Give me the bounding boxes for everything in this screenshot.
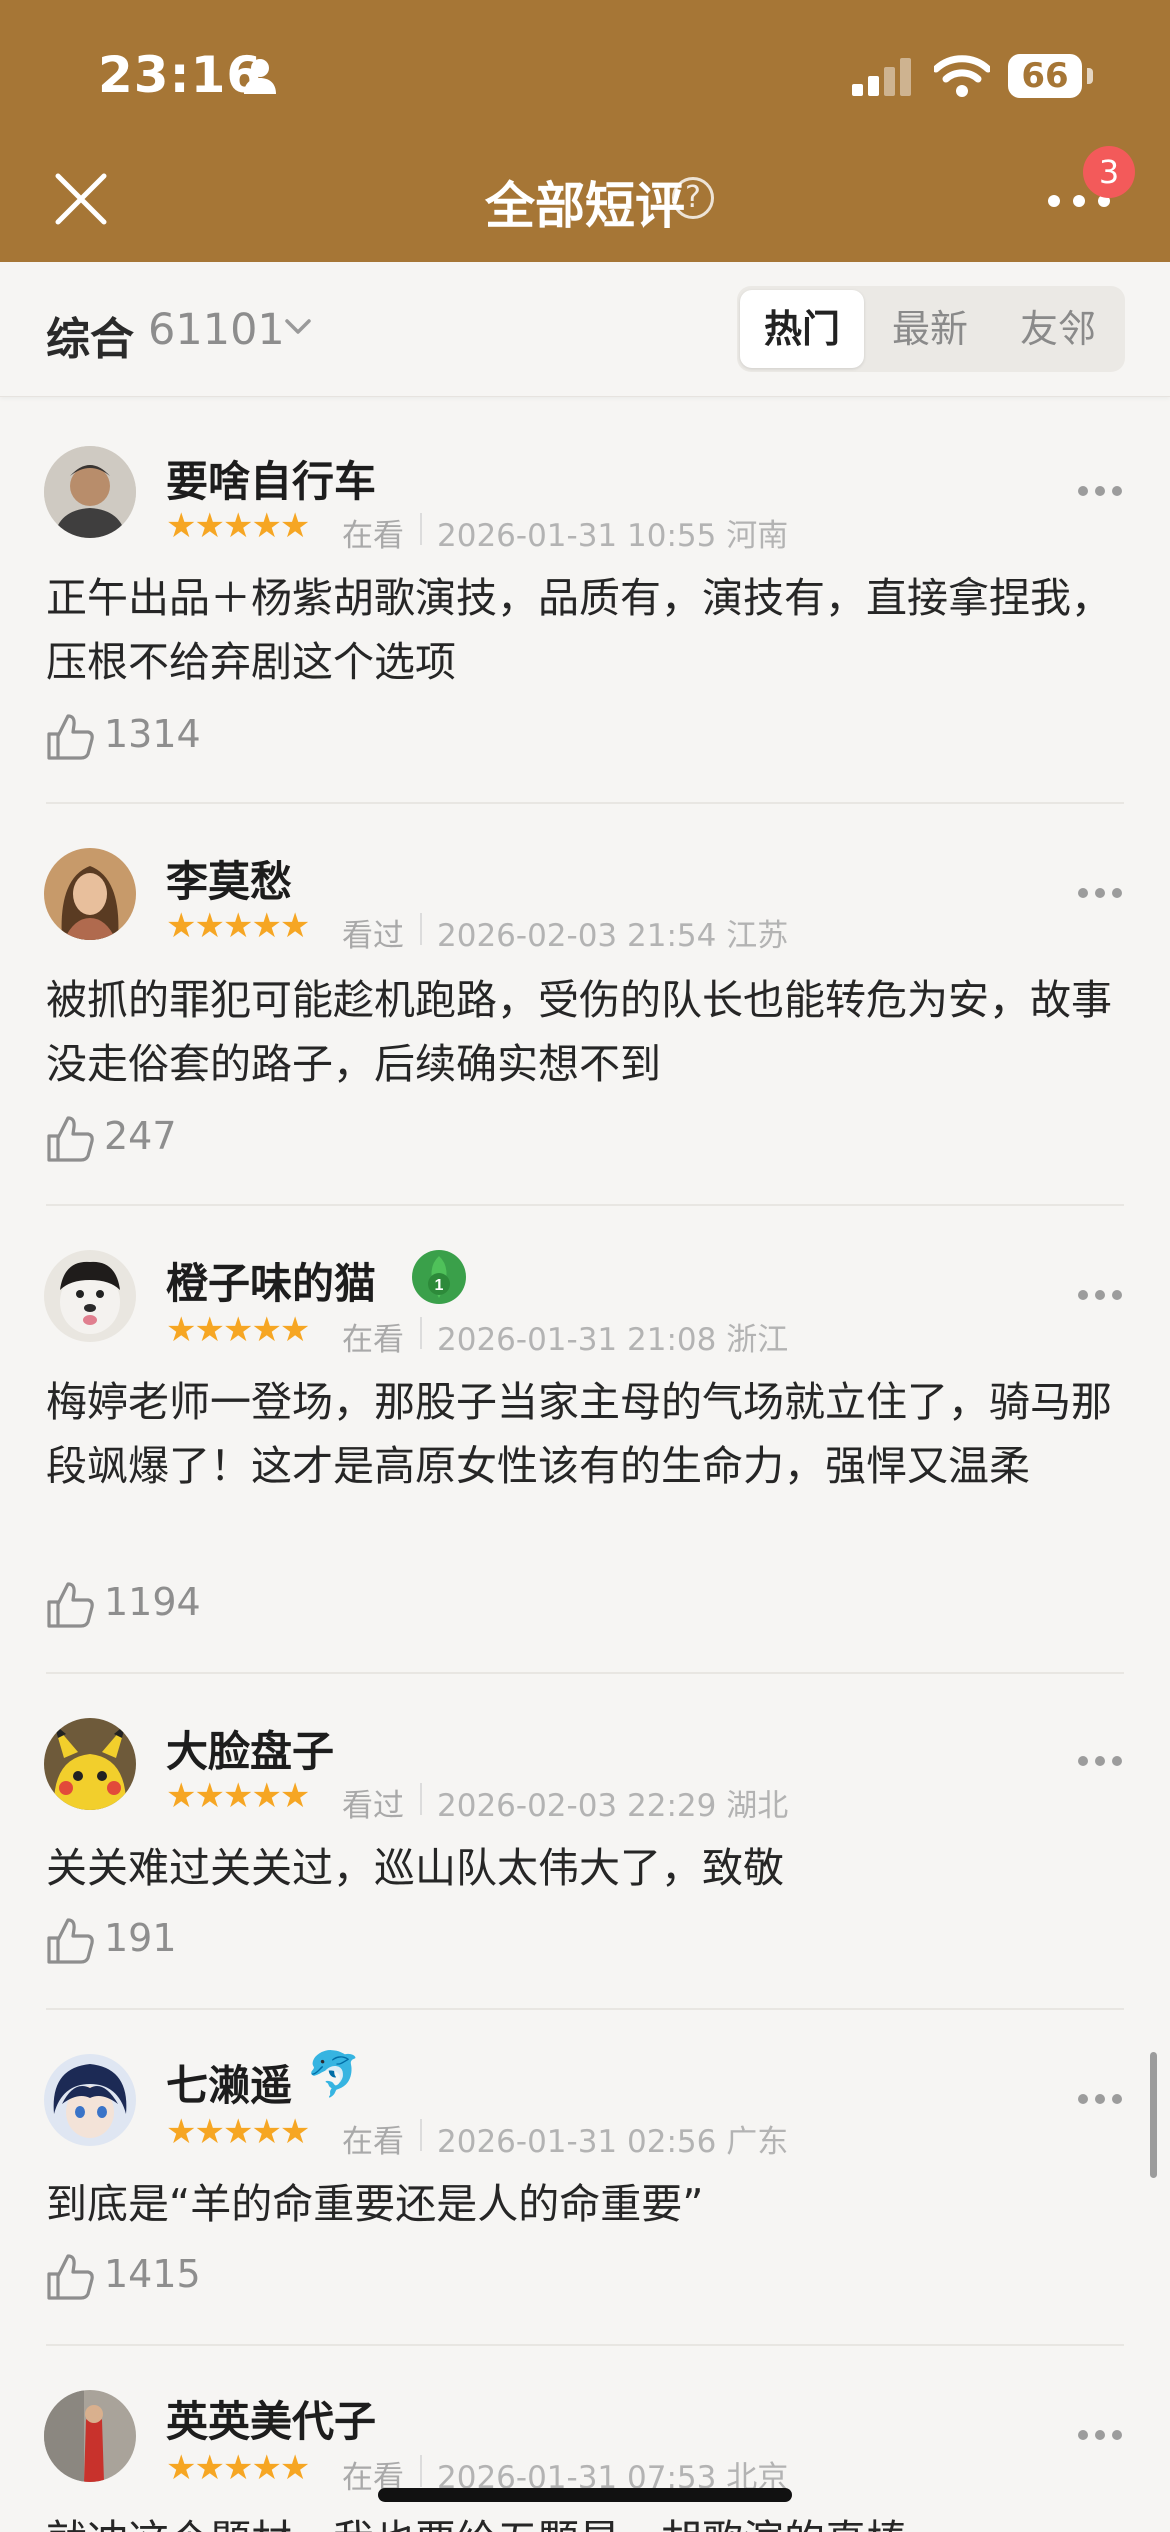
divider xyxy=(420,1317,422,1349)
watch-status: 在看 xyxy=(342,1322,404,1358)
avatar[interactable] xyxy=(44,2054,136,2146)
person-icon xyxy=(244,59,276,94)
divider xyxy=(420,913,422,945)
reviewer-name[interactable]: 要啥自行车 xyxy=(166,448,376,509)
divider xyxy=(420,2455,422,2487)
thumbs-up-icon[interactable] xyxy=(46,712,96,762)
rating-stars: ★★★★★ xyxy=(166,2448,310,2488)
sort-dropdown-label[interactable]: 综合 xyxy=(46,303,134,367)
like-count: 247 xyxy=(104,1114,177,1158)
watch-status: 在看 xyxy=(342,2124,404,2160)
divider xyxy=(46,802,1124,804)
user-level-badge-icon: 1 xyxy=(412,1250,466,1304)
divider xyxy=(46,1204,1124,1206)
thumbs-up-icon[interactable] xyxy=(46,1114,96,1164)
tab-latest[interactable]: 最新 xyxy=(866,290,994,368)
review-meta: 2026-01-31 21:08 浙江 xyxy=(437,1322,789,1358)
dolphin-emoji: 🐬 xyxy=(306,2049,361,2100)
reviewer-name[interactable]: 七濑遥 xyxy=(166,2052,292,2113)
review-text-content: 就冲这个题材，我也要给五颗星，胡歌演的真棒 xyxy=(46,2516,907,2532)
more-options-icon[interactable] xyxy=(1076,1754,1124,1768)
divider xyxy=(46,2008,1124,2010)
tab-friends[interactable]: 友邻 xyxy=(994,290,1122,368)
more-options-icon[interactable] xyxy=(1076,2092,1124,2106)
divider xyxy=(46,2344,1124,2346)
review-text: 梅婷老师一登场，那股子当家主母的气场就立住了，骑马那段飒爆了！这才是高原女性该有… xyxy=(46,1378,1112,1490)
like-count: 1194 xyxy=(104,1580,201,1624)
wifi-icon xyxy=(934,55,990,97)
watch-status: 看过 xyxy=(342,918,404,954)
review-meta: 2026-01-31 10:55 河南 xyxy=(437,518,789,554)
avatar[interactable] xyxy=(44,1250,136,1342)
home-indicator[interactable] xyxy=(378,2488,792,2502)
avatar[interactable] xyxy=(44,1718,136,1810)
reviewer-name[interactable]: 英英美代子 xyxy=(166,2388,376,2449)
review-text: 正午出品＋杨紫胡歌演技，品质有，演技有，直接拿捏我，压根不给弃剧这个选项 xyxy=(46,574,1112,686)
avatar[interactable] xyxy=(44,848,136,940)
review-text: 被抓的罪犯可能趁机跑路，受伤的队长也能转危为安，故事没走俗套的路子，后续确实想不… xyxy=(46,976,1112,1088)
cellular-signal-icon xyxy=(852,58,911,96)
reviewer-name[interactable]: 橙子味的猫 xyxy=(166,1250,376,1311)
more-options-icon[interactable] xyxy=(1076,1288,1124,1302)
rating-stars: ★★★★★ xyxy=(166,1776,310,1816)
more-options-icon[interactable] xyxy=(1076,2428,1124,2442)
thumbs-up-icon[interactable] xyxy=(46,1580,96,1630)
svg-text:1: 1 xyxy=(435,1277,444,1294)
thumbs-up-icon[interactable] xyxy=(46,1916,96,1966)
notification-badge: 3 xyxy=(1083,146,1135,198)
review-meta: 2026-01-31 02:56 广东 xyxy=(437,2124,789,2160)
rating-stars: ★★★★★ xyxy=(166,906,310,946)
close-icon[interactable] xyxy=(52,170,110,228)
chevron-down-icon[interactable] xyxy=(284,318,312,336)
status-time: 23:16 xyxy=(98,46,263,104)
app-header xyxy=(0,0,1170,262)
rating-stars: ★★★★★ xyxy=(166,506,310,546)
like-count: 191 xyxy=(104,1916,177,1960)
review-meta: 2026-02-03 22:29 湖北 xyxy=(437,1788,789,1824)
review-text: 到底是“羊的命重要还是人的命重要” xyxy=(46,2180,704,2228)
review-text: 关关难过关关过，巡山队太伟大了，致敬 xyxy=(46,1844,784,1892)
watch-status: 看过 xyxy=(342,1788,404,1824)
review-text: 就冲这个题材，我也要给五颗星，胡歌演的真棒 xyxy=(46,2508,1126,2532)
divider xyxy=(46,1672,1124,1674)
tab-hot[interactable]: 热门 xyxy=(740,290,864,368)
watch-status: 在看 xyxy=(342,518,404,554)
review-meta: 2026-02-03 21:54 江苏 xyxy=(437,918,789,954)
divider xyxy=(420,1783,422,1815)
help-icon[interactable]: ? xyxy=(672,177,714,219)
rating-stars: ★★★★★ xyxy=(166,1310,310,1350)
reviewer-name[interactable]: 李莫愁 xyxy=(166,848,292,909)
reviewer-name[interactable]: 大脸盘子 xyxy=(166,1718,334,1779)
avatar[interactable] xyxy=(44,446,136,538)
thumbs-up-icon[interactable] xyxy=(46,2252,96,2302)
review-total-count[interactable]: 61101 xyxy=(148,305,285,355)
divider xyxy=(420,513,422,545)
scroll-indicator[interactable] xyxy=(1150,2052,1157,2178)
rating-stars: ★★★★★ xyxy=(166,2112,310,2152)
like-count: 1415 xyxy=(104,2252,201,2296)
like-count: 1314 xyxy=(104,712,201,756)
avatar[interactable] xyxy=(44,2390,136,2482)
battery-cap xyxy=(1087,68,1093,84)
battery-indicator: 66 xyxy=(1008,54,1082,98)
more-options-icon[interactable] xyxy=(1076,886,1124,900)
divider xyxy=(420,2119,422,2151)
more-options-icon[interactable] xyxy=(1076,484,1124,498)
